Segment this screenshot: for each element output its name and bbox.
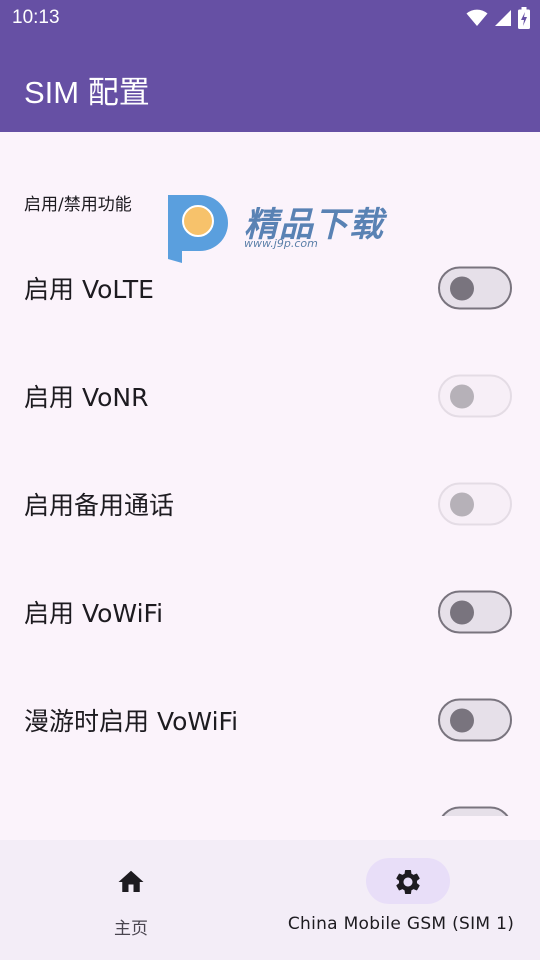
pref-volte-label: 启用 VoLTE (24, 275, 154, 304)
home-icon (118, 870, 144, 892)
pref-backup-calling: 启用备用通话 (0, 450, 540, 558)
signal-icon (495, 10, 511, 26)
battery-charging-icon (518, 7, 530, 29)
nav-item-home[interactable]: 主页 (0, 840, 262, 960)
vonr-switch (438, 374, 512, 418)
switch-thumb (450, 600, 474, 624)
pref-vonr: 启用 VoNR (0, 342, 540, 450)
gear-icon (396, 870, 420, 894)
switch-thumb (450, 276, 474, 300)
pref-backup-calling-label: 启用备用通话 (24, 491, 175, 520)
section-header: 启用/禁用功能 (24, 195, 132, 215)
nav-label-sim: China Mobile GSM (SIM 1) (287, 914, 515, 934)
backup-calling-switch (438, 482, 512, 526)
nav-item-sim[interactable]: China Mobile GSM (SIM 1) (262, 840, 540, 960)
bottom-navigation: 主页 China Mobile GSM (SIM 1) (0, 840, 540, 960)
status-time: 10:13 (12, 7, 60, 28)
app-bar: SIM 配置 (0, 36, 540, 132)
page-title: SIM 配置 (24, 75, 150, 110)
pref-vowifi-roaming[interactable]: 漫游时启用 VoWiFi (0, 666, 540, 774)
vowifi-roaming-switch[interactable] (438, 698, 512, 742)
nav-label-home: 主页 (114, 919, 148, 939)
pref-partial[interactable] (0, 774, 540, 816)
pref-volte[interactable]: 启用 VoLTE (0, 234, 540, 342)
switch-thumb (450, 492, 474, 516)
status-bar: 10:13 (0, 0, 540, 36)
pref-vonr-label: 启用 VoNR (24, 383, 149, 412)
vowifi-switch[interactable] (438, 590, 512, 634)
pref-vowifi-label: 启用 VoWiFi (24, 599, 164, 628)
volte-switch[interactable] (438, 266, 512, 310)
pref-vowifi[interactable]: 启用 VoWiFi (0, 558, 540, 666)
status-icons (466, 7, 530, 29)
switch-thumb (450, 708, 474, 732)
switch-thumb (450, 384, 474, 408)
wifi-icon (466, 9, 488, 26)
pref-vowifi-roaming-label: 漫游时启用 VoWiFi (24, 707, 239, 736)
partial-switch[interactable] (438, 806, 512, 816)
settings-list[interactable]: 启用/禁用功能 精品下载 www.j9p.com 启用 VoLTE 启用 VoN… (0, 132, 540, 816)
